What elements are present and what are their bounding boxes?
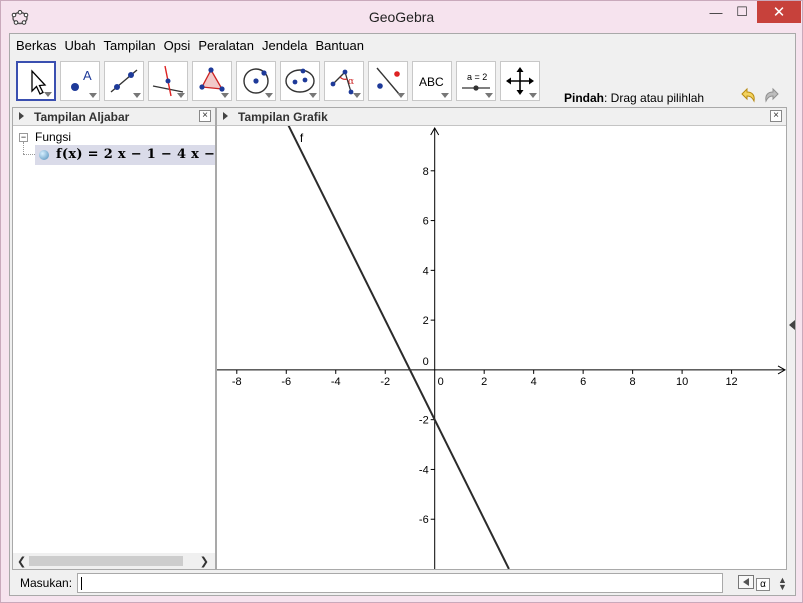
tree-group-label: Fungsi <box>35 130 72 144</box>
tool-angle[interactable]: α <box>324 61 364 101</box>
x-tick-label: 8 <box>630 376 636 388</box>
y-tick-label: -2 <box>419 415 429 427</box>
algebra-view-panel: Tampilan Aljabar × − Fungsi f(x) = 2 x −… <box>12 107 229 570</box>
x-tick-label: -8 <box>232 376 242 388</box>
x-tick-label: 12 <box>725 376 737 388</box>
algebra-view-title: Tampilan Aljabar <box>34 110 130 124</box>
menu-bantuan[interactable]: Bantuan <box>316 38 364 53</box>
y-tick-label: -6 <box>419 514 429 526</box>
tool-perpendicular[interactable] <box>148 61 188 101</box>
x-tick-label: 6 <box>580 376 586 388</box>
x-tick-label: 10 <box>676 376 688 388</box>
tool-move[interactable] <box>16 61 56 101</box>
app-client-area: Berkas Ubah Tampilan Opsi Peralatan Jend… <box>9 33 796 596</box>
redo-icon[interactable] <box>762 85 782 105</box>
input-bar: Masukan: α ▲ ▼ <box>10 571 795 595</box>
x-tick-label: 0 <box>438 376 444 388</box>
title-bar: GeoGebra — ☐ ✕ <box>1 1 802 33</box>
y-tick-label: 2 <box>423 315 429 327</box>
text-tool-label: ABC <box>419 75 444 89</box>
x-tick-label: -4 <box>331 376 341 388</box>
maximize-button[interactable]: ☐ <box>729 1 755 23</box>
y-tick-label: 8 <box>423 166 429 178</box>
scroll-right-icon[interactable]: ❯ <box>200 555 209 568</box>
symbol-picker-button[interactable]: α <box>756 578 770 591</box>
close-algebra-view-button[interactable]: × <box>199 110 211 122</box>
minimize-button[interactable]: — <box>703 1 729 23</box>
tool-move-graphics-view[interactable] <box>500 61 540 101</box>
tool-circle[interactable] <box>236 61 276 101</box>
toolbar: A α ABC a = 2 Pindah: Drag atau pilihlah <box>10 58 795 125</box>
menu-tampilan[interactable]: Tampilan <box>104 38 156 53</box>
tool-text[interactable]: ABC <box>412 61 452 101</box>
close-graphics-view-button[interactable]: × <box>770 110 782 122</box>
y-tick-label: 4 <box>423 265 429 277</box>
menu-jendela[interactable]: Jendela <box>262 38 308 53</box>
tool-polygon[interactable] <box>192 61 232 101</box>
graphics-view-header: Tampilan Grafik × <box>217 108 786 126</box>
menu-berkas[interactable]: Berkas <box>16 38 56 53</box>
algebra-horizontal-scrollbar[interactable]: ❮ ❯ <box>13 553 215 569</box>
undo-icon[interactable] <box>738 85 758 105</box>
scroll-left-icon[interactable]: ❮ <box>17 555 26 568</box>
x-tick-label: 2 <box>481 376 487 388</box>
geogebra-window: GeoGebra — ☐ ✕ Berkas Ubah Tampilan Opsi… <box>0 0 803 603</box>
window-title: GeoGebra <box>368 9 435 25</box>
text-caret <box>81 577 82 590</box>
menu-ubah[interactable]: Ubah <box>64 38 95 53</box>
menu-peralatan[interactable]: Peralatan <box>198 38 254 53</box>
function-graph-f <box>287 126 510 569</box>
tool-line[interactable] <box>104 61 144 101</box>
slider-tool-label: a = 2 <box>467 72 487 82</box>
close-window-button[interactable]: ✕ <box>757 1 801 23</box>
y-tick-label: 6 <box>423 216 429 228</box>
tool-reflect[interactable] <box>368 61 408 101</box>
x-tick-label: -6 <box>281 376 291 388</box>
tool-slider[interactable]: a = 2 <box>456 61 496 101</box>
angle-alpha-label: α <box>348 77 354 87</box>
input-label: Masukan: <box>20 576 73 590</box>
input-field[interactable]: α ▲ ▼ <box>77 573 787 593</box>
graphics-view-panel: Tampilan Grafik × -8 -6 -4 -2 0 2 4 6 8 10 12 -6 -4-… <box>216 107 787 570</box>
algebra-view-header: Tampilan Aljabar × <box>13 108 215 126</box>
panel-expand-arrow-icon[interactable] <box>19 112 24 120</box>
side-panel-toggle-icon[interactable] <box>789 320 795 330</box>
origin-label: 0 <box>423 356 429 368</box>
panel-expand-arrow-icon[interactable] <box>223 112 228 120</box>
y-tick-label: -4 <box>419 464 429 476</box>
menu-opsi[interactable]: Opsi <box>164 38 191 53</box>
svg-text:A: A <box>83 68 92 83</box>
tool-point[interactable]: A <box>60 61 100 101</box>
tool-ellipse[interactable] <box>280 61 320 101</box>
scroll-thumb[interactable] <box>29 556 183 566</box>
menu-bar: Berkas Ubah Tampilan Opsi Peralatan Jend… <box>10 34 795 56</box>
history-stepper-icon[interactable]: ▲ ▼ <box>778 576 787 592</box>
tree-collapse-toggle[interactable]: − <box>19 133 28 142</box>
x-tick-label: 4 <box>531 376 537 388</box>
input-help-toggle-button[interactable] <box>738 575 754 589</box>
graphics-canvas[interactable]: -8 -6 -4 -2 0 2 4 6 8 10 12 -6 -4 -2 2 4 6 8 0 f <box>217 126 786 569</box>
tool-help-title: Pindah <box>564 91 605 105</box>
algebra-item-f[interactable]: f(x) = 2 x − 1 − 4 x − 1 <box>35 145 229 165</box>
graphics-view-title: Tampilan Grafik <box>238 110 328 124</box>
visibility-toggle-icon[interactable] <box>39 150 49 160</box>
x-tick-label: -2 <box>380 376 390 388</box>
function-expression: f(x) = 2 x − 1 − 4 x − 1 <box>56 147 230 162</box>
function-label: f <box>300 131 304 145</box>
